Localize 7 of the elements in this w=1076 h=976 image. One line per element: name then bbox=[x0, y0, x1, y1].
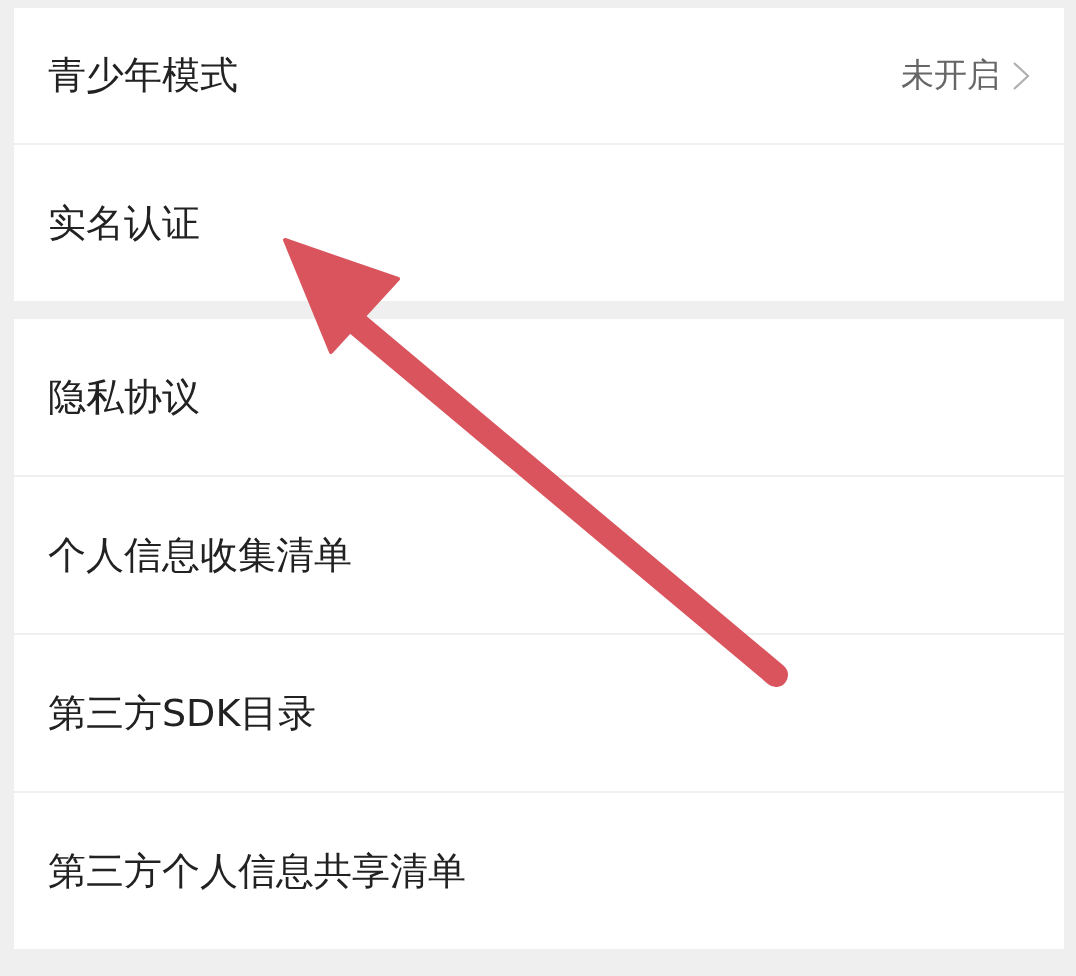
settings-row[interactable]: 第三方个人信息共享清单 bbox=[14, 793, 1064, 949]
status-value: 未开启 bbox=[901, 54, 1000, 96]
settings-row[interactable]: 青少年模式 未开启 bbox=[14, 8, 1064, 143]
settings-row[interactable]: 实名认证 bbox=[14, 145, 1064, 301]
settings-row[interactable]: 个人信息收集清单 bbox=[14, 477, 1064, 633]
settings-row[interactable]: 隐私协议 bbox=[14, 319, 1064, 475]
settings-row[interactable]: 第三方SDK目录 bbox=[14, 635, 1064, 791]
